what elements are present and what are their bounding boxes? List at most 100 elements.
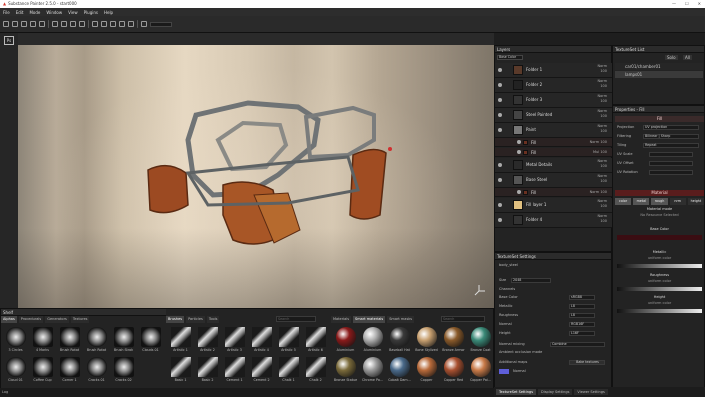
channel-format-select[interactable]: L16F bbox=[569, 331, 595, 336]
eye-icon[interactable] bbox=[498, 203, 502, 207]
layer-row[interactable]: Folder 2 Norm 100 bbox=[495, 78, 613, 93]
channel-format-select[interactable]: sRGB8 bbox=[569, 295, 595, 300]
alpha-item[interactable]: Brush Rotat bbox=[57, 327, 82, 352]
brush-item[interactable]: Artistic 5 bbox=[276, 327, 301, 352]
eye-icon[interactable] bbox=[498, 163, 502, 167]
layer-row[interactable]: Paint Norm 100 bbox=[495, 123, 613, 138]
material-channel-button[interactable]: rough bbox=[651, 198, 668, 205]
tab-smart-materials[interactable]: Smart materials bbox=[353, 316, 386, 323]
material-picker-icon[interactable] bbox=[70, 21, 76, 27]
screenshot-icon[interactable] bbox=[128, 21, 134, 27]
tab-generators[interactable]: Generators bbox=[45, 316, 69, 323]
eye-icon[interactable] bbox=[517, 140, 521, 144]
brush-item[interactable]: Artistic 6 bbox=[303, 327, 328, 352]
brush-search-input[interactable]: Search bbox=[276, 316, 316, 322]
tab-viewer-settings[interactable]: Viewer Settings bbox=[574, 389, 608, 395]
brush-item[interactable]: Chalk 1 bbox=[276, 357, 301, 382]
alpha-item[interactable]: Cracks 02 bbox=[111, 357, 136, 382]
material-item[interactable]: Aluminium bbox=[360, 327, 385, 352]
alpha-item[interactable]: 3 Circles bbox=[3, 327, 28, 352]
eye-icon[interactable] bbox=[517, 150, 521, 154]
channel-format-select[interactable]: L8 bbox=[569, 304, 595, 309]
material-item[interactable]: Aluminium bbox=[333, 327, 358, 352]
blend-mode-select[interactable]: Base Color bbox=[497, 55, 523, 60]
material-channel-button[interactable]: nrm bbox=[669, 198, 686, 205]
bake-icon[interactable] bbox=[79, 21, 85, 27]
brush-item[interactable]: Artistic 4 bbox=[249, 327, 274, 352]
solo-button[interactable]: Solo bbox=[665, 55, 678, 60]
eye-icon[interactable] bbox=[498, 83, 502, 87]
menu-plugins[interactable]: Plugins bbox=[84, 10, 98, 15]
log-tab[interactable]: Log bbox=[2, 390, 8, 394]
layer-row[interactable]: Fill Norm 100 bbox=[495, 188, 613, 197]
alpha-item[interactable]: Brush Strok bbox=[111, 327, 136, 352]
eye-icon[interactable] bbox=[498, 98, 502, 102]
layer-row[interactable]: Folder 1 Norm 100 bbox=[495, 63, 613, 78]
tab-display-settings[interactable]: Display Settings bbox=[538, 389, 573, 395]
layer-row[interactable]: Metal Details Norm 100 bbox=[495, 158, 613, 173]
tiling-select[interactable]: Repeat bbox=[643, 143, 699, 148]
uv-offset-slider[interactable] bbox=[649, 161, 693, 166]
base-color-swatch[interactable] bbox=[617, 235, 702, 240]
close-icon[interactable]: ✕ bbox=[698, 0, 701, 8]
layer-row[interactable]: Fill Mul 100 bbox=[495, 148, 613, 157]
tab-tools[interactable]: Tools bbox=[206, 316, 220, 323]
view-mode-icon[interactable] bbox=[110, 21, 116, 27]
material-item[interactable]: Chrome Pa... bbox=[360, 357, 385, 382]
material-channel-button[interactable]: color bbox=[615, 198, 632, 205]
eye-icon[interactable] bbox=[517, 190, 521, 194]
filtering-select[interactable]: Bilinear | Sharp bbox=[643, 134, 699, 139]
tab-particles[interactable]: Particles bbox=[186, 316, 205, 323]
camera-icon[interactable] bbox=[101, 21, 107, 27]
channel-format-select[interactable]: L8 bbox=[569, 313, 595, 318]
tab-smart-masks[interactable]: Smart masks bbox=[387, 316, 415, 323]
maximize-icon[interactable]: ☐ bbox=[685, 0, 689, 8]
eye-icon[interactable] bbox=[498, 218, 502, 222]
eye-icon[interactable] bbox=[498, 178, 502, 182]
picker-icon[interactable] bbox=[61, 21, 67, 27]
all-button[interactable]: All bbox=[683, 55, 692, 60]
projection-tool-icon[interactable] bbox=[21, 21, 27, 27]
bake-textures-button[interactable]: Bake textures bbox=[569, 360, 605, 365]
brush-item[interactable]: Artistic 2 bbox=[195, 327, 220, 352]
eraser-tool-icon[interactable] bbox=[12, 21, 18, 27]
projection-select[interactable]: UV projection bbox=[643, 125, 699, 130]
tab-textureset-settings[interactable]: TextureSet Settings bbox=[496, 389, 537, 395]
brush-item[interactable]: Basic 1 bbox=[168, 357, 193, 382]
alpha-item[interactable]: Coffee Cup bbox=[30, 357, 55, 382]
metallic-slider[interactable] bbox=[617, 264, 702, 268]
clone-tool-icon[interactable] bbox=[39, 21, 45, 27]
brush-item[interactable]: Artistic 1 bbox=[168, 327, 193, 352]
layer-row[interactable]: Steel Painted Norm 100 bbox=[495, 108, 613, 123]
menu-mode[interactable]: Mode bbox=[29, 10, 40, 15]
layer-row[interactable]: Folder 3 Norm 100 bbox=[495, 93, 613, 108]
layer-row[interactable]: Folder 4 Norm 100 bbox=[495, 213, 613, 228]
3d-viewport[interactable] bbox=[18, 45, 494, 308]
material-item[interactable]: Bronze Armor bbox=[441, 327, 466, 352]
textureset-item[interactable]: lamps01 bbox=[615, 71, 703, 78]
roughness-slider[interactable] bbox=[617, 287, 702, 291]
material-channel-button[interactable]: metal bbox=[633, 198, 650, 205]
tab-brushes[interactable]: Brushes bbox=[166, 316, 185, 323]
alpha-item[interactable]: Clouds 01 bbox=[138, 327, 163, 352]
alpha-item[interactable]: Corner 1 bbox=[57, 357, 82, 382]
uv-rotation-slider[interactable] bbox=[649, 170, 693, 175]
toolbar-field[interactable] bbox=[150, 21, 172, 27]
paint-tool-icon[interactable] bbox=[3, 21, 9, 27]
minimize-icon[interactable]: — bbox=[672, 0, 676, 8]
symmetry-icon[interactable] bbox=[92, 21, 98, 27]
alpha-item[interactable]: 4 Marks bbox=[30, 327, 55, 352]
tab-materials[interactable]: Materials bbox=[331, 316, 352, 323]
tab-procedurals[interactable]: Procedurals bbox=[18, 316, 44, 323]
eye-icon[interactable] bbox=[498, 68, 502, 72]
material-item[interactable]: Bone Stylized bbox=[414, 327, 439, 352]
tss-size-select[interactable]: 2048 bbox=[511, 278, 551, 283]
brush-item[interactable]: Chalk 2 bbox=[303, 357, 328, 382]
eye-icon[interactable] bbox=[498, 128, 502, 132]
layer-row[interactable]: Base Steel Norm 100 bbox=[495, 173, 613, 188]
brush-item[interactable]: Cement 2 bbox=[249, 357, 274, 382]
material-item[interactable]: Copper Red bbox=[441, 357, 466, 382]
menu-view[interactable]: View bbox=[68, 10, 78, 15]
photoshop-export-button[interactable]: Ps bbox=[4, 36, 14, 45]
grid-icon[interactable] bbox=[119, 21, 125, 27]
